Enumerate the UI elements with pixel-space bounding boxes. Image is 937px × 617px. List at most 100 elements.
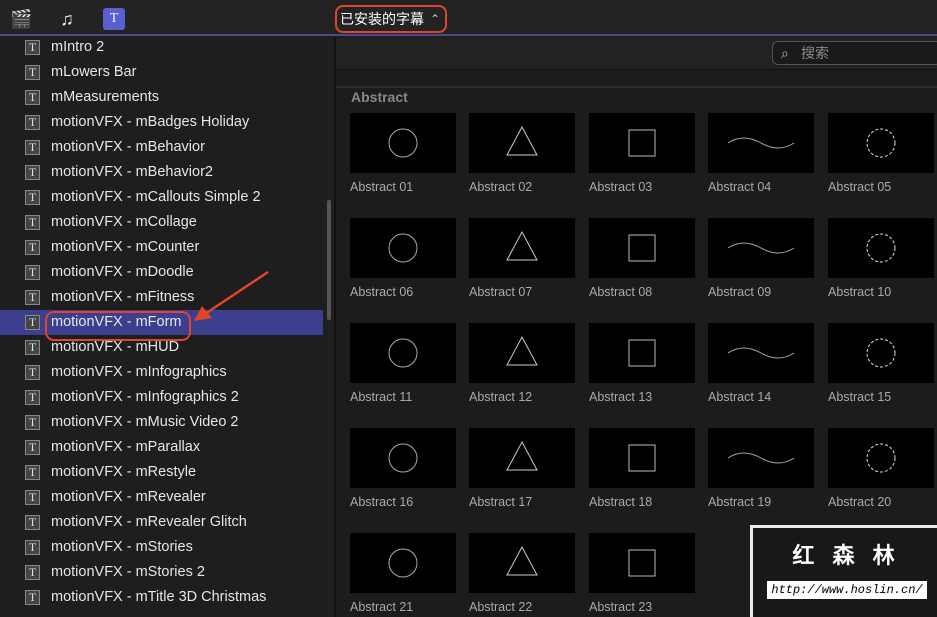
thumbnail-label: Abstract 16 [350, 495, 414, 509]
thumbnail-label: Abstract 04 [708, 180, 772, 194]
title-thumbnail-item[interactable]: Abstract 21 [350, 533, 456, 614]
title-icon: T [25, 40, 40, 55]
title-thumbnail-item[interactable]: Abstract 17 [469, 428, 575, 509]
sidebar-item-label: motionVFX - mBehavior2 [51, 164, 213, 180]
sidebar-item[interactable]: TmotionVFX - mRestyle [0, 460, 323, 485]
section-divider [336, 86, 937, 88]
thumbnail-preview [589, 533, 695, 593]
title-thumbnail-item[interactable]: Abstract 22 [469, 533, 575, 614]
title-thumbnail-item[interactable]: Abstract 10 [828, 218, 934, 299]
title-thumbnail-item[interactable]: Abstract 13 [589, 323, 695, 404]
thumbnail-preview [350, 323, 456, 383]
title-icon: T [25, 240, 40, 255]
sidebar-item[interactable]: TmIntro 2 [0, 38, 323, 60]
title-icon: T [25, 390, 40, 405]
title-icon: T [25, 340, 40, 355]
thumbnail-label: Abstract 17 [469, 495, 533, 509]
sidebar-item[interactable]: TmotionVFX - mCounter [0, 235, 323, 260]
title-thumbnail-item[interactable]: Abstract 12 [469, 323, 575, 404]
sidebar-item[interactable]: TmotionVFX - mInfographics 2 [0, 385, 323, 410]
sidebar-item[interactable]: TmLowers Bar [0, 60, 323, 85]
title-thumbnail-item[interactable]: Abstract 23 [589, 533, 695, 614]
thumbnail-preview [828, 428, 934, 488]
thumbnail-label: Abstract 21 [350, 600, 414, 614]
sidebar-item[interactable]: TmotionVFX - mInfographics [0, 360, 323, 385]
title-icon: T [25, 165, 40, 180]
sidebar-item[interactable]: TmotionVFX - mStories [0, 535, 323, 560]
music-photo-icon[interactable]: ♫ [56, 8, 78, 30]
thumbnail-label: Abstract 15 [828, 390, 892, 404]
thumbnail-label: Abstract 18 [589, 495, 653, 509]
title-thumbnail-item[interactable]: Abstract 20 [828, 428, 934, 509]
sidebar-item[interactable]: TmotionVFX - mRevealer Glitch [0, 510, 323, 535]
sidebar-item-label: motionVFX - mStories [51, 539, 193, 555]
thumbnail-preview [469, 533, 575, 593]
title-thumbnail-item[interactable]: Abstract 19 [708, 428, 814, 509]
title-thumbnail-item[interactable]: Abstract 18 [589, 428, 695, 509]
search-icon: ⌕ [781, 45, 789, 61]
thumbnail-label: Abstract 09 [708, 285, 772, 299]
title-thumbnail-item[interactable]: Abstract 14 [708, 323, 814, 404]
picker-label: 已安装的字幕 [340, 11, 424, 27]
title-thumbnail-item[interactable]: Abstract 11 [350, 323, 456, 404]
sidebar-item-label: motionVFX - mCallouts Simple 2 [51, 189, 261, 205]
sidebar-item[interactable]: TmotionVFX - mRevealer [0, 485, 323, 510]
sidebar-scrollbar[interactable] [327, 200, 331, 320]
highlight-circle [45, 311, 191, 341]
title-thumbnail-item[interactable]: Abstract 05 [828, 113, 934, 194]
sidebar-item[interactable]: TmotionVFX - mCollage [0, 210, 323, 235]
sidebar-item[interactable]: TmotionVFX - mBadges Holiday [0, 110, 323, 135]
titles-icon[interactable]: T [103, 8, 125, 30]
title-thumbnail-item[interactable]: Abstract 15 [828, 323, 934, 404]
search-placeholder: 搜索 [801, 45, 829, 61]
title-thumbnail-item[interactable]: Abstract 06 [350, 218, 456, 299]
sidebar-item-label: motionVFX - mMusic Video 2 [51, 414, 239, 430]
sidebar-item[interactable]: TmotionVFX - mBehavior2 [0, 160, 323, 185]
thumbnail-label: Abstract 23 [589, 600, 653, 614]
search-input[interactable]: ⌕ 搜索 [772, 41, 937, 65]
sidebar-item[interactable]: TmotionVFX - mBehavior [0, 135, 323, 160]
title-thumbnail-item[interactable]: Abstract 04 [708, 113, 814, 194]
sidebar-item[interactable]: TmotionVFX - mCallouts Simple 2 [0, 185, 323, 210]
sidebar-item-label: motionVFX - mRevealer Glitch [51, 514, 247, 530]
title-icon: T [25, 415, 40, 430]
thumbnail-preview [828, 113, 934, 173]
thumbnail-preview [708, 428, 814, 488]
thumbnail-preview [828, 323, 934, 383]
title-thumbnail-item[interactable]: Abstract 01 [350, 113, 456, 194]
title-thumbnail-item[interactable]: Abstract 03 [589, 113, 695, 194]
sidebar-item[interactable]: TmotionVFX - mMusic Video 2 [0, 410, 323, 435]
title-thumbnail-item[interactable]: Abstract 09 [708, 218, 814, 299]
sidebar-item-label: motionVFX - mRevealer [51, 489, 206, 505]
title-thumbnail-item[interactable]: Abstract 07 [469, 218, 575, 299]
thumbnail-label: Abstract 03 [589, 180, 653, 194]
thumbnail-label: Abstract 01 [350, 180, 414, 194]
sidebar-item-label: mIntro 2 [51, 39, 105, 55]
thumbnail-label: Abstract 12 [469, 390, 533, 404]
thumbnail-label: Abstract 14 [708, 390, 772, 404]
thumbnail-label: Abstract 02 [469, 180, 533, 194]
sidebar-item-label: motionVFX - mTitle 3D Christmas [51, 589, 267, 605]
sidebar-item[interactable]: TmMeasurements [0, 85, 323, 110]
thumbnail-preview [828, 218, 934, 278]
sidebar-item-label: motionVFX - mBehavior [51, 139, 205, 155]
title-icon: T [25, 440, 40, 455]
title-thumbnail-item[interactable]: Abstract 08 [589, 218, 695, 299]
sidebar-item[interactable]: TmotionVFX - mParallax [0, 435, 323, 460]
sidebar-item-label: motionVFX - mInfographics 2 [51, 389, 239, 405]
title-icon: T [25, 265, 40, 280]
browser-category-picker[interactable]: 已安装的字幕 ⌃ [335, 5, 447, 33]
thumbnail-preview [708, 323, 814, 383]
sidebar-item[interactable]: TmotionVFX - mTitle 3D Christmas [0, 585, 323, 610]
thumbnail-preview [708, 218, 814, 278]
thumbnail-preview [469, 218, 575, 278]
clapper-star-icon[interactable]: 🎬 [10, 8, 32, 30]
title-thumbnail-item[interactable]: Abstract 02 [469, 113, 575, 194]
thumbnail-preview [589, 323, 695, 383]
thumbnail-label: Abstract 05 [828, 180, 892, 194]
sidebar-item-label: motionVFX - mFitness [51, 289, 195, 305]
sidebar-item[interactable]: TmotionVFX - mStories 2 [0, 560, 323, 585]
title-thumbnail-item[interactable]: Abstract 16 [350, 428, 456, 509]
sidebar-item-label: mLowers Bar [51, 64, 137, 80]
title-icon: T [25, 365, 40, 380]
